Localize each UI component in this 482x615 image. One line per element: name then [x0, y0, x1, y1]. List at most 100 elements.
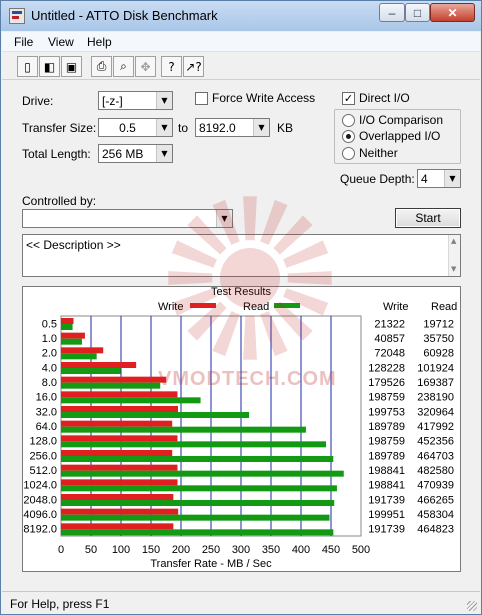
chevron-down-icon[interactable]: ▼	[156, 145, 172, 162]
read-value: 101924	[417, 362, 454, 374]
write-bar	[61, 420, 173, 427]
write-value: 21322	[374, 318, 405, 330]
x-axis-label: Transfer Rate - MB / Sec	[150, 558, 272, 570]
overlapped-io-label: Overlapped I/O	[359, 129, 441, 143]
to-label: to	[178, 121, 189, 135]
row-label: 64.0	[36, 421, 57, 433]
total-length-value: 256 MB	[102, 147, 144, 161]
menu-bar: File View Help	[2, 32, 480, 52]
write-bar	[61, 479, 178, 486]
menu-help[interactable]: Help	[87, 35, 112, 49]
row-label: 2048.0	[23, 494, 57, 506]
description-scrollbar[interactable]: ▲ ▼	[448, 235, 460, 276]
row-label: 8.0	[42, 377, 57, 389]
overlapped-io-radio[interactable]	[342, 130, 355, 143]
read-value: 458304	[417, 509, 454, 521]
context-help-icon[interactable]: ↗?	[183, 56, 204, 77]
read-bar	[61, 324, 73, 330]
write-value: 198841	[368, 465, 405, 477]
new-icon[interactable]: ▯	[17, 56, 38, 77]
x-tick-label: 450	[322, 544, 340, 556]
total-length-select[interactable]: 256 MB ▼	[98, 144, 173, 163]
scroll-up-icon[interactable]: ▲	[451, 237, 456, 245]
read-value: 470939	[417, 480, 454, 492]
chevron-down-icon[interactable]: ▼	[156, 119, 172, 136]
read-value: 19712	[423, 318, 454, 330]
read-value: 464703	[417, 450, 454, 462]
print-icon[interactable]: ⎙	[91, 56, 112, 77]
read-bar	[61, 426, 306, 433]
print-preview-icon[interactable]: ⌕	[113, 56, 134, 77]
read-bar	[61, 529, 334, 536]
read-bar	[61, 353, 97, 360]
drive-select[interactable]: [-z-] ▼	[98, 91, 173, 110]
row-label: 128.0	[29, 436, 57, 448]
row-label: 4.0	[42, 362, 57, 374]
write-bar	[61, 508, 179, 515]
write-value: 72048	[374, 348, 405, 360]
save-icon[interactable]: ▣	[61, 56, 82, 77]
window-title: Untitled - ATTO Disk Benchmark	[31, 8, 218, 23]
write-value: 40857	[374, 333, 405, 345]
chart-title: Test Results	[211, 287, 271, 298]
read-bar	[61, 412, 250, 418]
transfer-to-select[interactable]: 8192.0 ▼	[195, 118, 270, 137]
resize-grip[interactable]	[467, 601, 477, 611]
x-tick-label: 350	[262, 544, 280, 556]
x-tick-label: 100	[112, 544, 130, 556]
neither-label: Neither	[359, 146, 398, 160]
read-value: 238190	[417, 392, 454, 404]
neither-radio[interactable]	[342, 147, 355, 160]
menu-view[interactable]: View	[48, 35, 74, 49]
column-header-write: Write	[383, 301, 408, 313]
x-tick-label: 0	[58, 544, 64, 556]
title-bar[interactable]: Untitled - ATTO Disk Benchmark – □ ✕	[1, 1, 481, 31]
direct-io-label: Direct I/O	[359, 91, 410, 105]
direct-io-checkbox[interactable]: ✓	[342, 92, 355, 105]
minimize-button[interactable]: –	[379, 3, 405, 22]
row-label: 16.0	[36, 392, 57, 404]
read-bar	[61, 397, 201, 404]
read-value: 35750	[423, 333, 454, 345]
write-bar	[61, 406, 179, 412]
row-label: 1.0	[42, 333, 57, 345]
x-tick-label: 500	[352, 544, 370, 556]
legend-label-read: Read	[243, 301, 269, 313]
write-value: 198841	[368, 480, 405, 492]
transfer-from-select[interactable]: 0.5 ▼	[98, 118, 173, 137]
chevron-down-icon[interactable]: ▼	[216, 210, 232, 227]
force-write-label: Force Write Access	[212, 91, 316, 105]
scroll-down-icon[interactable]: ▼	[451, 265, 456, 273]
read-bar	[61, 514, 330, 521]
queue-depth-value: 4	[421, 172, 428, 186]
atto-app-icon[interactable]	[9, 8, 25, 24]
legend-swatch-write	[190, 303, 216, 308]
status-bar: For Help, press F1	[2, 591, 480, 614]
controlled-by-label: Controlled by:	[22, 194, 97, 208]
total-length-label: Total Length:	[22, 147, 91, 161]
description-box[interactable]: << Description >> ▲ ▼	[22, 234, 461, 277]
row-label: 1024.0	[23, 480, 57, 492]
transfer-size-label: Transfer Size:	[22, 121, 97, 135]
force-write-checkbox[interactable]	[195, 92, 208, 105]
controlled-by-select[interactable]: ▼	[22, 209, 233, 228]
read-value: 320964	[417, 406, 454, 418]
help-icon[interactable]: ?	[161, 56, 182, 77]
io-comparison-radio[interactable]	[342, 114, 355, 127]
move-icon[interactable]: ✥	[135, 56, 156, 77]
read-bar	[61, 456, 334, 462]
maximize-button[interactable]: □	[405, 3, 430, 22]
menu-file[interactable]: File	[14, 35, 33, 49]
chevron-down-icon[interactable]: ▼	[156, 92, 172, 109]
read-value: 60928	[423, 348, 454, 360]
queue-depth-select[interactable]: 4 ▼	[417, 169, 461, 188]
read-bar	[61, 485, 337, 492]
start-button[interactable]: Start	[395, 208, 461, 228]
write-bar	[61, 494, 174, 500]
read-bar	[61, 500, 335, 506]
chevron-down-icon[interactable]: ▼	[444, 170, 460, 187]
open-icon[interactable]: ◧	[39, 56, 60, 77]
read-value: 466265	[417, 494, 454, 506]
chevron-down-icon[interactable]: ▼	[253, 119, 269, 136]
close-button[interactable]: ✕	[430, 3, 475, 22]
